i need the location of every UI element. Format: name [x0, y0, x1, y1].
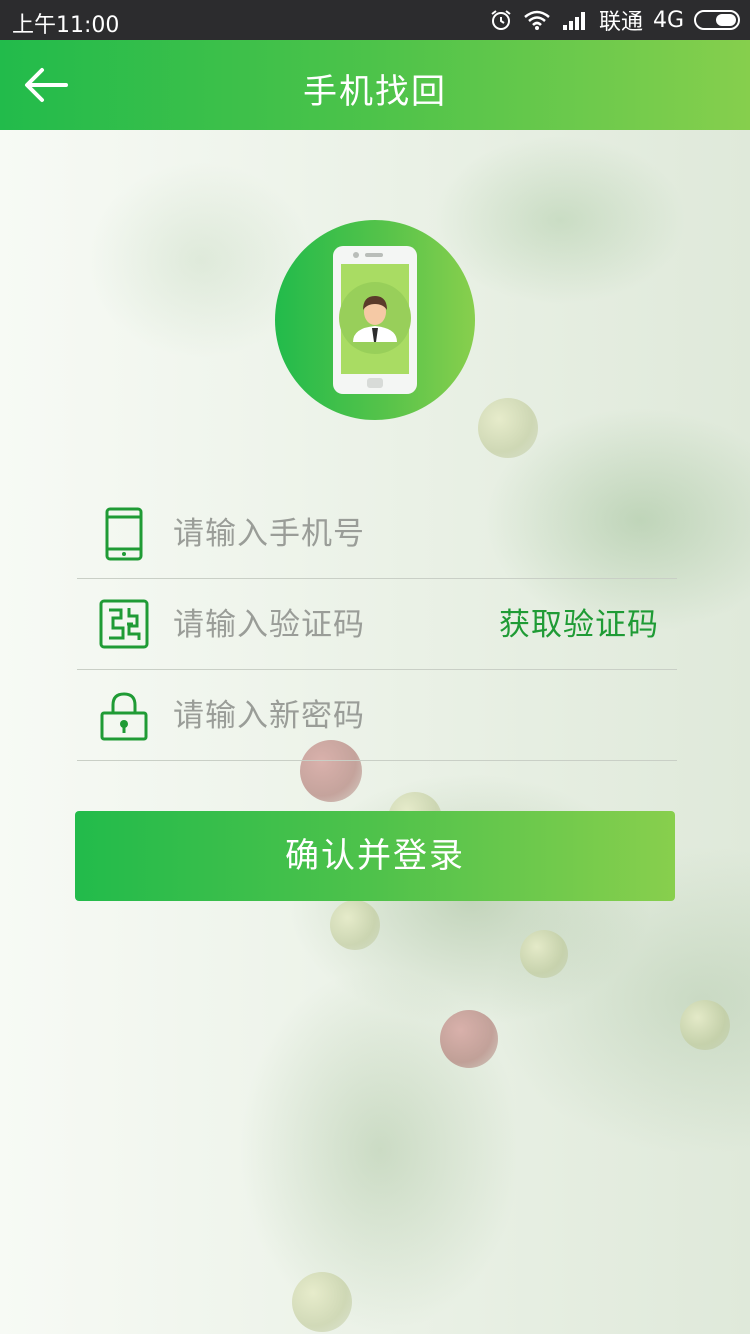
status-bar: 上午11:00 联通 4G — [0, 0, 750, 40]
code-row: 请输入验证码 获取验证码 — [77, 580, 677, 670]
lock-icon — [100, 692, 148, 741]
code-input[interactable]: 请输入验证码 — [173, 580, 365, 670]
wifi-icon — [524, 10, 550, 30]
battery-icon — [694, 10, 740, 30]
status-icons: 联通 4G — [489, 6, 740, 35]
get-code-button[interactable]: 获取验证码 — [499, 580, 659, 670]
phone-row: 请输入手机号 — [77, 489, 677, 579]
mobile-phone-icon — [105, 507, 143, 561]
header-bar: 手机找回 — [0, 40, 750, 130]
phone-user-icon — [333, 246, 417, 394]
avatar — [275, 220, 475, 420]
password-input[interactable]: 请输入新密码 — [173, 671, 365, 761]
phone-input[interactable]: 请输入手机号 — [173, 489, 365, 579]
status-time: 上午11:00 — [12, 13, 120, 38]
signal-icon — [562, 12, 585, 30]
carrier-label: 联通 — [598, 10, 643, 35]
confirm-login-button[interactable]: 确认并登录 — [75, 811, 675, 901]
verification-code-icon — [99, 599, 149, 649]
password-row: 请输入新密码 — [77, 671, 677, 761]
network-label: 4G — [652, 7, 684, 33]
page-title: 手机找回 — [303, 72, 447, 112]
alarm-icon — [491, 10, 511, 30]
